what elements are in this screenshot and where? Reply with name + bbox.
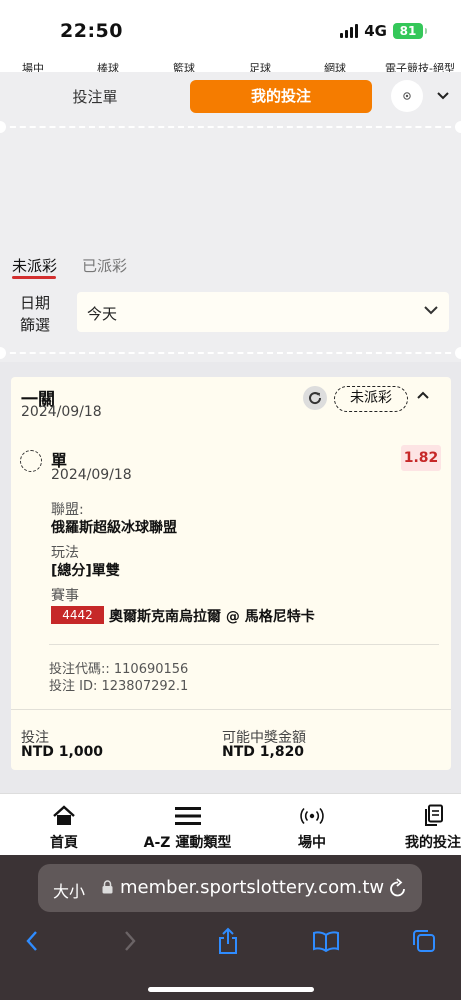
sport-tab-baseball[interactable]: 棒球: [97, 60, 119, 72]
subtab-settled[interactable]: 已派彩: [82, 255, 127, 276]
battery-icon: 81: [393, 23, 427, 39]
lock-icon: [102, 880, 113, 894]
nav-home[interactable]: 首頁: [34, 794, 94, 856]
ticket-notch: [455, 347, 461, 359]
share-button[interactable]: [214, 927, 242, 955]
ticket-notch: [455, 121, 461, 133]
copy-icon: [425, 804, 443, 826]
settings-button[interactable]: [391, 80, 423, 112]
event-id-badge: 4442: [51, 606, 104, 624]
ticket-notch: [0, 347, 6, 359]
selection-date: 2024/09/18: [51, 467, 132, 483]
event-name: 奧爾斯克南烏拉爾 @ 馬格尼特卡: [109, 609, 315, 625]
divider: [11, 709, 451, 710]
bet-panel-header: 投注單 我的投注 未派彩 已派彩 日期 篩選 今天: [0, 72, 461, 362]
menu-icon: [174, 807, 201, 825]
nav-live-label: 場中: [298, 835, 326, 851]
market-label: 玩法: [51, 545, 79, 561]
stake-value: NTD 1,000: [21, 744, 104, 760]
nav-sports-az-label: A-Z 運動類型: [143, 835, 232, 851]
date-filter-label-line1: 日期: [20, 294, 51, 312]
date-filter-value: 今天: [87, 305, 118, 323]
chevron-down-icon: [424, 306, 438, 315]
live-icon: [300, 807, 324, 825]
nav-sports-az[interactable]: A-Z 運動類型: [135, 794, 240, 856]
tabs-icon: [413, 930, 435, 952]
tab-betslip[interactable]: 投注單: [40, 86, 150, 108]
address-bar[interactable]: 大小 member.sportslottery.com.tw: [38, 864, 422, 912]
market-value: [總分]單雙: [51, 563, 120, 579]
signal-icon: [340, 24, 359, 38]
status-indicators: 4G 81: [340, 22, 427, 40]
book-icon: [313, 931, 339, 952]
bookmarks-button[interactable]: [312, 927, 340, 955]
home-icon: [53, 805, 75, 825]
payout-value: NTD 1,820: [222, 744, 305, 760]
url-text: member.sportslottery.com.tw: [120, 877, 385, 898]
event-label: 賽事: [51, 588, 79, 604]
ticket-notch: [0, 121, 6, 133]
tab-my-bets[interactable]: 我的投注: [190, 80, 372, 113]
nav-home-label: 首頁: [50, 835, 78, 851]
pending-icon: [20, 450, 42, 472]
divider: [0, 352, 461, 354]
bottom-nav: 首頁 A-Z 運動類型 場中 我的投注: [0, 793, 461, 855]
sport-tab-basketball[interactable]: 籃球: [173, 60, 195, 72]
tabs-button[interactable]: [410, 927, 438, 955]
back-button[interactable]: [18, 927, 46, 955]
sport-tab-live[interactable]: 場中: [22, 60, 44, 72]
date-filter-label: 日期 篩選: [20, 292, 54, 336]
chevron-down-icon: [437, 92, 449, 100]
chevron-up-icon[interactable]: [416, 390, 430, 400]
status-badge: 未派彩: [334, 386, 408, 412]
bet-id: 投注 ID: 123807292.1: [49, 679, 189, 694]
divider: [0, 126, 461, 128]
share-icon: [219, 927, 237, 954]
bet-date: 2024/09/18: [21, 404, 102, 420]
reload-icon[interactable]: [388, 877, 408, 899]
refresh-icon: [309, 392, 322, 405]
home-indicator: [148, 987, 314, 992]
date-filter-label-line2: 篩選: [20, 316, 51, 334]
status-bar: 22:50 4G 81: [0, 0, 461, 58]
sport-tab-esports[interactable]: 電子競技-絕型: [385, 60, 455, 72]
active-tab-indicator: [12, 276, 56, 279]
date-filter-select[interactable]: 今天: [77, 292, 449, 332]
sport-tab-tennis[interactable]: 網球: [324, 60, 346, 72]
nav-my-bets-label: 我的投注: [405, 835, 461, 851]
sport-tabs: 場中 棒球 籃球 足球 網球 電子競技-絕型: [0, 58, 461, 72]
nav-my-bets[interactable]: 我的投注: [398, 794, 461, 856]
league-value: 俄羅斯超級冰球聯盟: [51, 520, 177, 536]
panel-collapse-button[interactable]: [433, 86, 453, 106]
divider: [49, 644, 439, 645]
bet-card: 一關 2024/09/18 未派彩 單 2024/09/18 1.82 聯盟: …: [11, 377, 451, 770]
league-label: 聯盟:: [51, 502, 84, 518]
chevron-left-icon: [26, 931, 37, 951]
sport-tab-soccer[interactable]: 足球: [249, 60, 271, 72]
subtab-unsettled[interactable]: 未派彩: [12, 255, 57, 276]
chevron-right-icon: [125, 931, 136, 951]
browser-toolbar: 大小 member.sportslottery.com.tw: [0, 855, 461, 1000]
text-size-button[interactable]: 大小: [53, 878, 85, 902]
gear-icon: [403, 92, 411, 100]
clock: 22:50: [60, 20, 123, 42]
refresh-button[interactable]: [303, 386, 327, 410]
nav-live[interactable]: 場中: [282, 794, 342, 856]
odds-badge: 1.82: [401, 445, 441, 471]
network-type: 4G: [364, 22, 387, 40]
forward-button[interactable]: [116, 927, 144, 955]
